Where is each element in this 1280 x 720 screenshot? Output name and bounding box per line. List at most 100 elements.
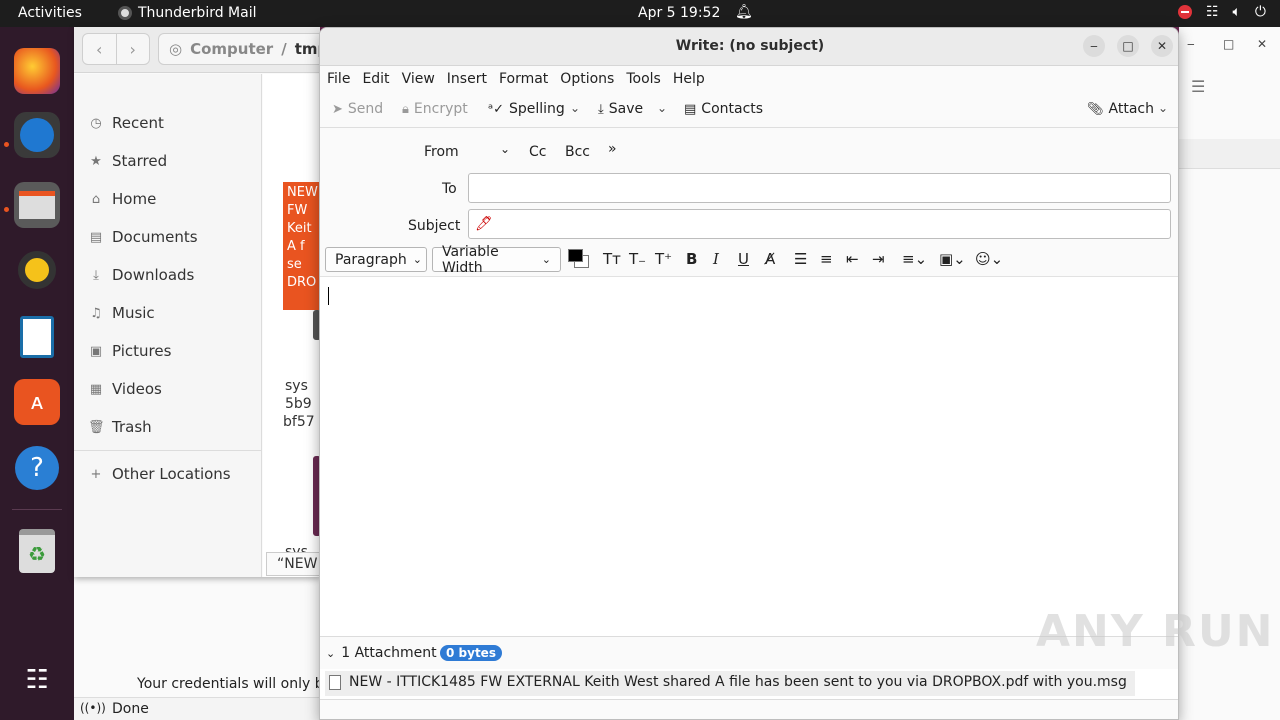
clock[interactable]: Apr 5 19:52 (638, 5, 720, 21)
menu-file[interactable]: File (327, 66, 358, 92)
font-size-icon[interactable]: Tᴛ (603, 250, 621, 268)
italic-icon[interactable]: I (713, 250, 719, 268)
encrypt-label: Encrypt (413, 101, 468, 117)
show-apps-icon[interactable]: ☷ (14, 657, 60, 703)
sidebar-item-music[interactable]: ♫ Music (88, 301, 155, 325)
close-icon[interactable]: ✕ (1257, 37, 1267, 51)
active-indicator (4, 142, 9, 147)
file-label-line: bf57 (283, 414, 315, 430)
save-dropdown-icon[interactable]: ⌄ (657, 101, 667, 115)
writer-icon[interactable] (14, 314, 60, 360)
underline-icon[interactable]: U (738, 250, 749, 268)
contacts-button[interactable]: ▤ Contacts (684, 101, 763, 117)
paragraph-select[interactable]: Paragraph ⌄ (325, 247, 427, 272)
thunderbird-dock-icon[interactable] (14, 112, 60, 158)
system-tray[interactable]: ☷ 🔈︎ ⏻ (1177, 4, 1266, 20)
help-icon[interactable]: ? (14, 445, 60, 491)
videos-icon: ▦ (89, 381, 103, 397)
trash-dock-icon[interactable]: ♻ (14, 528, 60, 574)
software-icon[interactable]: ᴀ (14, 379, 60, 425)
documents-icon: ▤ (89, 229, 103, 245)
send-button[interactable]: ➤ Send (332, 101, 383, 117)
menu-options[interactable]: Options (560, 66, 622, 92)
to-field[interactable] (468, 173, 1171, 203)
files-icon[interactable] (14, 182, 60, 228)
encrypt-button[interactable]: 🔒︎ Encrypt (402, 101, 468, 117)
sidebar-item-documents[interactable]: ▤ Documents (88, 225, 198, 249)
sidebar-item-label: Other Locations (112, 465, 231, 483)
menu-insert[interactable]: Insert (447, 66, 495, 92)
text-color-picker[interactable] (568, 249, 590, 269)
spelling-dropdown-icon[interactable]: ⌄ (570, 101, 580, 115)
bcc-button[interactable]: Bcc (565, 144, 590, 160)
sidebar-item-label: Home (112, 190, 157, 208)
from-dropdown-icon[interactable]: ⌄ (500, 142, 510, 156)
attachment-item[interactable]: NEW - ITTICK1485 FW EXTERNAL Keith West … (325, 671, 1135, 696)
subject-label: Subject (408, 218, 461, 234)
disk-icon: ◎ (169, 40, 183, 58)
sidebar-item-other-locations[interactable]: + Other Locations (88, 462, 231, 486)
back-button[interactable]: ‹ (83, 34, 116, 64)
smaller-text-icon[interactable]: T₋ (629, 250, 646, 268)
maximize-icon[interactable]: □ (1223, 37, 1234, 51)
menu-tools[interactable]: Tools (626, 66, 669, 92)
outdent-icon[interactable]: ⇤ (846, 250, 859, 268)
firefox-icon[interactable] (14, 48, 60, 94)
sidebar-item-recent[interactable]: ◷ Recent (88, 111, 164, 135)
files-view: NEW FW Keit A f se DRO sys 5b9 bf57 sys … (263, 74, 320, 577)
more-headers-icon[interactable]: » (608, 141, 617, 157)
font-value: Variable Width (442, 243, 499, 276)
text-color-swatch[interactable] (568, 249, 583, 262)
clear-format-icon[interactable]: A̸ (765, 250, 775, 268)
save-button[interactable]: ⤓ Save (598, 101, 643, 117)
sidebar-divider (74, 450, 262, 451)
menu-help[interactable]: Help (673, 66, 713, 92)
bold-icon[interactable]: B (686, 250, 697, 268)
app-menu[interactable]: Thunderbird Mail (118, 5, 257, 21)
sidebar-item-downloads[interactable]: ⤓ Downloads (88, 263, 194, 287)
plus-icon: + (90, 466, 102, 482)
menu-view[interactable]: View (402, 66, 443, 92)
align-icon[interactable]: ≡⌄ (902, 250, 927, 268)
clock-icon: ◷ (90, 115, 102, 131)
minimize-button[interactable]: ‒ (1083, 35, 1105, 57)
minimize-icon[interactable]: ‒ (1187, 37, 1195, 51)
attachment-toggle[interactable]: ⌄ 1 Attachment (326, 645, 437, 661)
close-button[interactable]: ✕ (1151, 35, 1173, 57)
spelling-button[interactable]: ᵃ✓ Spelling (488, 101, 565, 117)
font-select[interactable]: Variable Width ⌄ (432, 244, 561, 276)
indent-icon[interactable]: ⇥ (872, 250, 885, 268)
menu-edit[interactable]: Edit (362, 66, 397, 92)
sidebar-item-videos[interactable]: ▦ Videos (88, 377, 162, 401)
bullet-list-icon[interactable]: ☰ (794, 250, 807, 268)
attach-button[interactable]: 📎︎ Attach (1087, 101, 1154, 117)
file-thumbnail[interactable]: NEW FW Keit A f se DRO (283, 182, 320, 310)
rhythmbox-icon[interactable] (14, 247, 60, 293)
hamburger-menu-icon[interactable]: ☰ (1191, 77, 1205, 96)
text-caret (328, 287, 329, 305)
larger-text-icon[interactable]: T⁺ (655, 250, 672, 268)
subject-field[interactable]: 🖊︎ (468, 209, 1171, 239)
home-icon: ⌂ (91, 191, 101, 207)
attach-dropdown-icon[interactable]: ⌄ (1158, 101, 1168, 115)
chevron-down-icon: ⌄ (412, 253, 422, 266)
attachment-list: NEW - ITTICK1485 FW EXTERNAL Keith West … (320, 669, 1178, 699)
emoji-icon[interactable]: ☺⌄ (975, 250, 1003, 268)
insert-image-icon[interactable]: ▣⌄ (939, 250, 966, 268)
attachment-name: NEW - ITTICK1485 FW EXTERNAL Keith West … (349, 674, 1127, 690)
menu-format[interactable]: Format (499, 66, 556, 92)
activities-button[interactable]: Activities (18, 5, 82, 21)
maximize-button[interactable]: □ (1117, 35, 1139, 57)
file-label[interactable]: sys 5b9 bf57 (283, 377, 315, 431)
numbered-list-icon[interactable]: ≡ (820, 250, 833, 268)
message-body[interactable] (320, 278, 1178, 636)
sidebar-item-starred[interactable]: ★ Starred (88, 149, 167, 173)
sidebar-item-home[interactable]: ⌂ Home (88, 187, 156, 211)
sidebar-item-trash[interactable]: 🗑︎ Trash (88, 415, 152, 439)
sidebar-item-pictures[interactable]: ▣ Pictures (88, 339, 172, 363)
paragraph-value: Paragraph (335, 251, 407, 268)
cc-button[interactable]: Cc (529, 144, 546, 160)
forward-button[interactable]: › (115, 34, 150, 64)
files-sidebar: ◷ Recent ★ Starred ⌂ Home ▤ Documents ⤓ Downl… (74, 74, 262, 577)
path-root[interactable]: Computer (190, 40, 273, 58)
